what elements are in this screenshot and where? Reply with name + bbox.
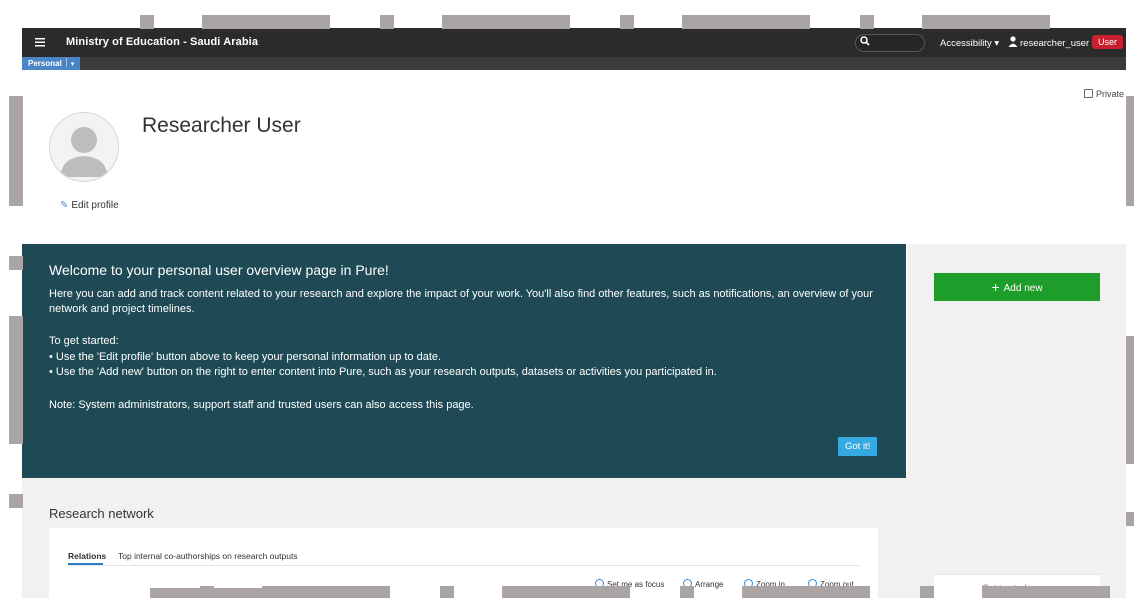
personal-dropdown[interactable]: Personal ▾ <box>22 57 81 70</box>
overlay-dash <box>1126 96 1134 206</box>
edit-profile-label: Edit profile <box>71 200 119 211</box>
welcome-panel: Welcome to your personal user overview p… <box>22 244 906 478</box>
menu-icon[interactable] <box>34 36 46 48</box>
sub-navigation-bar <box>22 57 1126 70</box>
welcome-bullet: • Use the 'Edit profile' button above to… <box>49 351 442 363</box>
overlay-dash <box>920 586 934 598</box>
accessibility-menu[interactable]: Accessibility ▾ <box>940 38 999 49</box>
overlay-dash <box>742 586 870 598</box>
overlay-dash <box>380 15 394 29</box>
got-it-button[interactable]: Got it! <box>838 437 878 456</box>
tool-label: Arrange <box>695 580 724 589</box>
overlay-dash <box>9 96 23 206</box>
user-menu[interactable]: researcher_user ▾ <box>1020 38 1097 49</box>
overlay-dash <box>200 586 214 598</box>
overlay-dash <box>682 15 810 29</box>
overlay-dash <box>9 316 23 444</box>
add-new-label: Add new <box>1003 283 1043 294</box>
get-started-heading: To get started: <box>49 335 119 347</box>
site-brand[interactable]: Ministry of Education - Saudi Arabia <box>66 36 258 48</box>
overlay-dash <box>680 586 694 598</box>
welcome-intro: Here you can add and track content relat… <box>49 288 873 315</box>
tab-divider <box>68 565 860 566</box>
overlay-dash <box>502 586 630 598</box>
overlay-dash <box>922 15 1050 29</box>
overlay-dash <box>1126 512 1134 526</box>
personal-label: Personal <box>28 59 62 68</box>
edit-profile-link[interactable]: ✎ Edit profile <box>60 200 119 211</box>
overlay-dash <box>9 256 23 270</box>
search-icon[interactable] <box>860 36 870 46</box>
welcome-title: Welcome to your personal user overview p… <box>49 262 389 278</box>
overlay-dash <box>440 586 454 598</box>
pencil-icon: ✎ <box>60 200 69 211</box>
overlay-dash <box>982 586 1110 598</box>
user-icon <box>1008 36 1018 47</box>
plus-icon: + <box>991 279 1000 295</box>
user-role-badge[interactable]: User <box>1092 35 1124 49</box>
visibility-label: Private <box>1096 89 1125 99</box>
chevron-down-icon: ▾ <box>70 61 75 68</box>
visibility-indicator: Private <box>1084 89 1124 99</box>
lock-icon <box>1084 89 1093 98</box>
top-navigation-bar: Ministry of Education - Saudi Arabia Acc… <box>22 28 1126 57</box>
profile-name: Researcher User <box>142 114 301 137</box>
overlay-dash <box>202 15 330 29</box>
overlay-dash <box>140 15 154 29</box>
section-title: Research network <box>49 506 154 521</box>
overlay-dash <box>262 586 390 598</box>
overlay-dash <box>150 588 278 598</box>
add-new-button[interactable]: + Add new <box>934 273 1100 301</box>
overlay-dash <box>620 15 634 29</box>
divider <box>65 58 67 67</box>
overlay-dash <box>1126 336 1134 464</box>
avatar <box>49 112 119 182</box>
overlay-dash <box>860 15 874 29</box>
overlay-dash <box>9 494 23 508</box>
tab-relations[interactable]: Relations <box>68 551 106 561</box>
overlay-dash <box>442 15 570 29</box>
welcome-bullet: • Use the 'Add new' button on the right … <box>49 366 717 378</box>
app-window: Ministry of Education - Saudi Arabia Acc… <box>0 0 1134 599</box>
welcome-note: Note: System administrators, support sta… <box>49 399 474 411</box>
tab-top-coauthorships[interactable]: Top internal co-authorships on research … <box>118 551 298 561</box>
person-silhouette-icon <box>60 127 108 177</box>
active-tab-indicator <box>68 563 103 565</box>
